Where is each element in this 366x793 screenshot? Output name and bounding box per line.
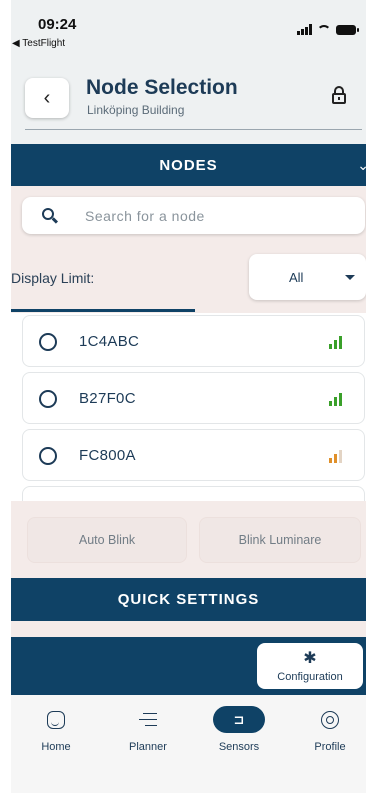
sensor-icon: ⊐ [213,706,265,733]
display-limit-value: All [289,270,304,285]
configuration-label: Configuration [277,670,343,683]
page-header: ‹ Node Selection Linköping Building [11,54,366,144]
status-bar: 09:24 ◀ TestFlight [11,0,366,54]
node-id: FC800A [79,447,136,464]
gear-icon: ✱ [303,649,317,667]
blink-luminaire-button[interactable]: Blink Luminare [199,517,361,563]
quick-settings-spacer [11,621,366,637]
nav-item-sensors[interactable]: ⊐ Sensors [199,706,279,753]
cellular-signal-icon [297,24,312,35]
battery-icon [336,24,359,35]
app-screen: 09:24 ◀ TestFlight ‹ Node Selection Link… [11,0,366,793]
node-radio[interactable] [39,390,57,408]
nodes-section-label: NODES [159,156,218,174]
display-limit-underline [11,309,195,312]
configuration-band: ✱ Configuration [11,637,366,695]
header-divider [25,129,362,130]
node-row[interactable]: 1C4ABC [22,315,365,367]
search-box[interactable] [22,197,365,234]
nav-label-planner: Planner [129,741,167,753]
signal-strong-icon [329,392,342,406]
display-limit-label: Display Limit: [11,270,95,286]
quick-settings-toggle[interactable]: QUICK SETTINGS [11,578,366,621]
nodes-section-toggle[interactable]: NODES ⌄ [11,144,366,186]
nav-label-sensors: Sensors [218,741,260,753]
auto-blink-button[interactable]: Auto Blink [27,517,187,563]
nav-item-home[interactable]: Home [16,706,96,753]
node-id: 1C4ABC [79,333,140,350]
node-row-partial[interactable] [22,486,365,501]
node-filter-panel: Display Limit: All [11,186,366,313]
system-icons [297,24,359,35]
status-time: 09:24 [38,16,77,33]
node-radio[interactable] [39,333,57,351]
lock-icon[interactable] [332,86,346,104]
wifi-icon [317,24,331,35]
node-list[interactable]: 1C4ABC B27F0C FC800A [11,313,366,501]
caret-down-icon [345,275,355,280]
chevron-left-icon: ‹ [43,86,51,109]
planner-icon [122,706,174,733]
nav-item-planner[interactable]: Planner [108,706,188,753]
page-subtitle: Linköping Building [87,103,185,117]
nav-item-profile[interactable]: Profile [290,706,366,753]
search-icon [42,208,54,220]
quick-settings-label: QUICK SETTINGS [117,591,260,608]
page-title: Node Selection [86,76,238,99]
back-to-app-link[interactable]: ◀ TestFlight [12,38,65,49]
signal-medium-icon [329,449,342,463]
nav-label-profile: Profile [314,741,346,753]
profile-icon [304,706,356,733]
search-input[interactable] [85,205,345,226]
bottom-nav: Home Planner ⊐ Sensors Profile [11,695,366,793]
node-row[interactable]: FC800A [22,429,365,481]
node-row[interactable]: B27F0C [22,372,365,424]
signal-strong-icon [329,335,342,349]
display-limit-select[interactable]: All [249,254,366,300]
nav-label-home: Home [41,741,71,753]
blink-actions: Auto Blink Blink Luminare [11,501,366,578]
node-radio[interactable] [39,447,57,465]
back-button[interactable]: ‹ [25,78,69,118]
node-id: B27F0C [79,390,136,407]
configuration-button[interactable]: ✱ Configuration [257,643,363,689]
home-icon [30,706,82,733]
chevron-down-icon: ⌄ [357,157,366,173]
